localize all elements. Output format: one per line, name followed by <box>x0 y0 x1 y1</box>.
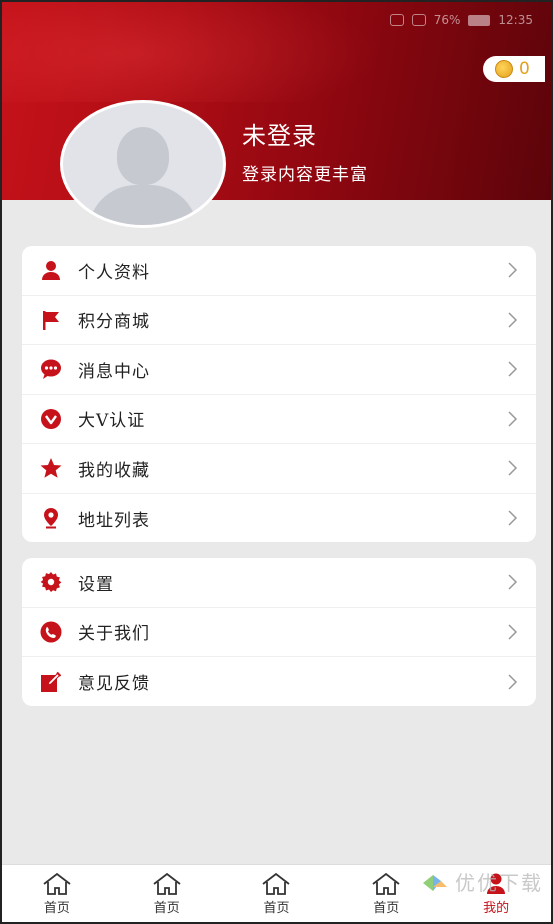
chevron-right-icon <box>508 262 518 278</box>
watermark-logo-icon <box>421 869 449 895</box>
menu-item-label: 消息中心 <box>78 361 150 382</box>
menu-item-profile[interactable]: 个人资料 <box>22 246 536 296</box>
tab-label: 我的 <box>483 900 510 916</box>
menu-item-feedback[interactable]: 意见反馈 <box>22 657 536 707</box>
chevron-right-icon <box>508 312 518 328</box>
gear-icon <box>40 571 62 593</box>
alarm-icon <box>389 14 404 26</box>
avatar[interactable] <box>60 100 226 228</box>
menu-item-address-list[interactable]: 地址列表 <box>22 494 536 544</box>
login-prompt[interactable]: 登录内容更丰富 <box>242 160 368 185</box>
watermark-text: 优优下载 <box>455 871 543 895</box>
menu-card-secondary: 设置 关于我们 意见反馈 <box>22 558 536 706</box>
chevron-right-icon <box>508 361 518 377</box>
vibrate-icon <box>411 14 426 26</box>
chevron-right-icon <box>508 411 518 427</box>
phone-icon <box>40 621 62 643</box>
menu-item-label: 意见反馈 <box>78 674 150 695</box>
avatar-head <box>117 127 169 185</box>
coin-icon <box>495 60 513 78</box>
menu-item-label: 积分商城 <box>78 312 150 333</box>
tab-home-2[interactable]: 首页 <box>112 865 222 922</box>
v-badge-icon <box>40 408 62 430</box>
edit-icon <box>40 671 62 693</box>
person-icon <box>40 259 62 281</box>
menu-item-label: 关于我们 <box>78 624 150 645</box>
tab-home-3[interactable]: 首页 <box>222 865 332 922</box>
status-time: 12:35 <box>498 13 533 27</box>
menu-item-favorites[interactable]: 我的收藏 <box>22 444 536 494</box>
tab-label: 首页 <box>43 900 70 916</box>
tab-label: 首页 <box>373 900 400 916</box>
message-icon <box>40 358 62 380</box>
tab-label: 首页 <box>153 900 180 916</box>
menu-item-label: 设置 <box>78 574 114 595</box>
home-icon <box>372 872 400 895</box>
tab-home-1[interactable]: 首页 <box>2 865 112 922</box>
menu-item-label: 地址列表 <box>78 510 150 531</box>
flag-icon <box>40 309 62 331</box>
home-icon <box>153 872 181 895</box>
home-icon <box>43 872 71 895</box>
menu-item-about-us[interactable]: 关于我们 <box>22 608 536 657</box>
tab-label: 首页 <box>263 900 290 916</box>
status-bar: 76% 12:35 <box>389 10 533 30</box>
location-pin-icon <box>40 507 62 529</box>
home-icon <box>262 872 291 895</box>
avatar-shoulders <box>88 185 198 225</box>
chevron-right-icon <box>508 460 518 476</box>
menu-item-label: 个人资料 <box>78 262 150 283</box>
coin-balance-button[interactable]: 0 <box>483 56 545 82</box>
menu-item-points-mall[interactable]: 积分商城 <box>22 296 536 345</box>
menu-card-primary: 个人资料 积分商城 消息中心 大V认证 我的收藏 地址列表 <box>22 246 536 542</box>
chevron-right-icon <box>508 574 518 590</box>
star-icon <box>40 457 62 479</box>
menu-item-settings[interactable]: 设置 <box>22 558 536 608</box>
chevron-right-icon <box>508 510 518 526</box>
chevron-right-icon <box>508 674 518 690</box>
watermark: 优优下载 <box>421 867 543 896</box>
user-name[interactable]: 未登录 <box>242 116 317 151</box>
battery-icon <box>468 14 491 26</box>
chevron-right-icon <box>508 624 518 640</box>
coin-count: 0 <box>519 59 530 79</box>
menu-item-label: 大V认证 <box>78 411 146 432</box>
menu-item-label: 我的收藏 <box>78 460 150 481</box>
menu-item-message-center[interactable]: 消息中心 <box>22 345 536 395</box>
menu-item-v-verification[interactable]: 大V认证 <box>22 395 536 444</box>
battery-percent: 76% <box>433 13 461 27</box>
